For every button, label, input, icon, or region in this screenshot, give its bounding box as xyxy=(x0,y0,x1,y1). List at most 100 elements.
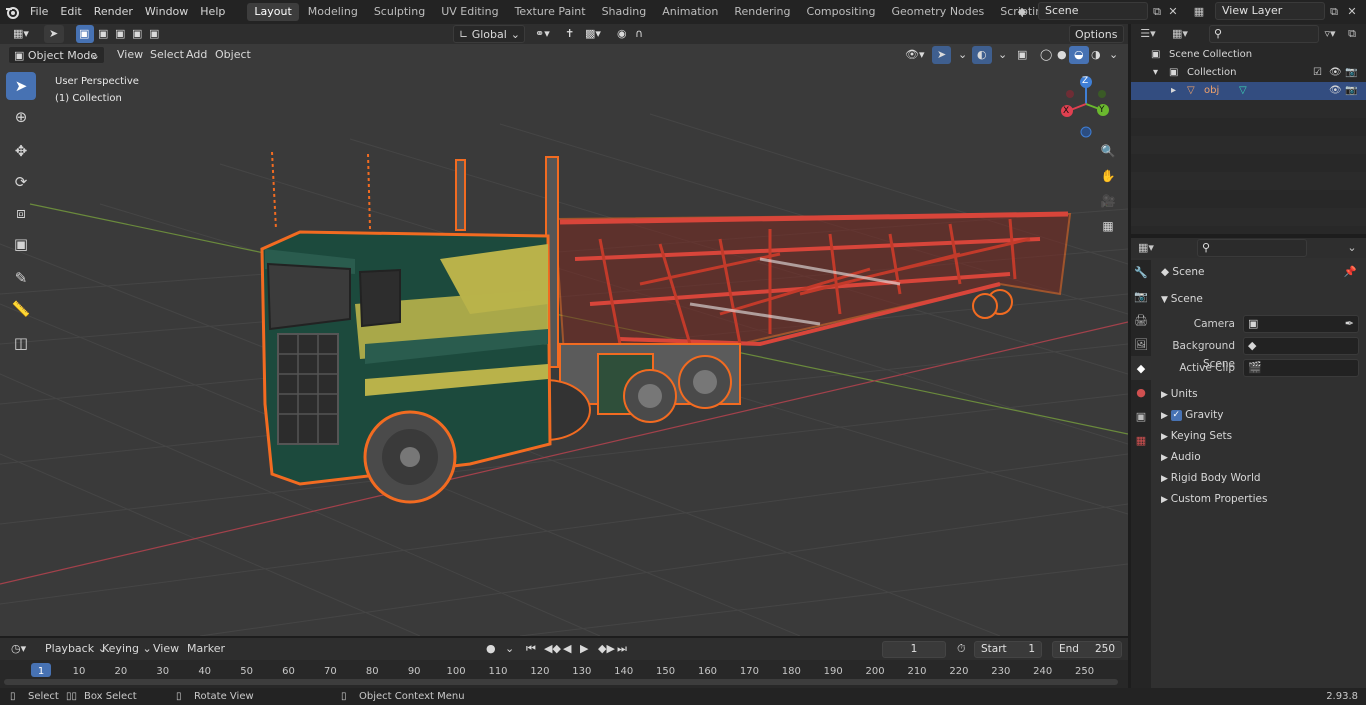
camera-field[interactable]: ▣ ✒ xyxy=(1243,315,1359,333)
menu-help[interactable]: Help xyxy=(194,1,231,23)
overlay-toggle-icon[interactable]: ◐ xyxy=(972,46,992,64)
tab-texture-paint[interactable]: Texture Paint xyxy=(508,3,593,21)
object-mode-dropdown[interactable]: ▣ Object Mode ⌄ xyxy=(8,46,105,64)
tab-layout[interactable]: Layout xyxy=(247,3,299,21)
tab-geometry-nodes[interactable]: Geometry Nodes xyxy=(884,3,991,21)
snap-icon[interactable]: ✝ xyxy=(560,25,579,43)
timeline-menu-view[interactable]: View xyxy=(148,640,184,658)
panel-keying-sets-header[interactable]: ▶ Keying Sets xyxy=(1161,426,1361,446)
editor-type-icon[interactable]: ▦▾ xyxy=(8,25,34,43)
outliner-search-input[interactable]: ⚲ xyxy=(1209,25,1319,43)
options-dropdown[interactable]: Options ⌄ xyxy=(1069,25,1124,59)
outliner-row-scene-collection[interactable]: ▣ Scene Collection xyxy=(1131,46,1366,64)
panel-units-header[interactable]: ▶ Units xyxy=(1161,384,1361,404)
panel-scene-header[interactable]: ▼ Scene xyxy=(1161,289,1361,309)
panel-rigid-body-world-header[interactable]: ▶ Rigid Body World xyxy=(1161,468,1361,488)
expand-arrow-icon[interactable]: ▾ xyxy=(1153,64,1158,82)
viewport-menu-view[interactable]: View xyxy=(112,46,148,64)
select-extend-icon[interactable]: ▣ xyxy=(95,25,111,43)
eye-icon[interactable]: 👁 xyxy=(1329,64,1342,82)
new-view-layer-icon[interactable]: ⧉ xyxy=(1325,3,1343,21)
panel-custom-properties-header[interactable]: ▶ Custom Properties xyxy=(1161,489,1361,509)
annotate-tool[interactable]: ✎ xyxy=(6,264,36,292)
rotate-tool[interactable]: ⟳ xyxy=(6,168,36,196)
play-reverse-icon[interactable]: ◀ xyxy=(558,640,576,658)
tab-sculpting[interactable]: Sculpting xyxy=(367,3,432,21)
select-invert-icon[interactable]: ▣ xyxy=(129,25,145,43)
eye-icon[interactable]: 👁 xyxy=(1329,82,1342,100)
zoom-icon[interactable]: 🔍 xyxy=(1097,140,1119,162)
menu-window[interactable]: Window xyxy=(139,1,194,23)
jump-end-icon[interactable]: ⏭ xyxy=(612,640,632,658)
timeline-menu-marker[interactable]: Marker xyxy=(182,640,230,658)
tab-compositing[interactable]: Compositing xyxy=(800,3,883,21)
checkbox-icon[interactable]: ☑ xyxy=(1313,64,1322,82)
gizmo-dropdown-icon[interactable]: ⌄ xyxy=(953,46,972,64)
gizmo-z-label[interactable]: Z xyxy=(1082,76,1088,86)
falloff-icon[interactable]: ∩ xyxy=(630,25,648,43)
expand-arrow-icon[interactable]: ▸ xyxy=(1171,82,1176,100)
new-collection-icon[interactable]: ⧉ xyxy=(1343,25,1361,43)
menu-edit[interactable]: Edit xyxy=(54,1,87,23)
timeline-scrollbar[interactable] xyxy=(4,679,1118,685)
render-tab-icon[interactable]: 📷 xyxy=(1131,284,1151,308)
select-mode-icon[interactable]: ➤ xyxy=(44,25,64,43)
shading-rendered-icon[interactable]: ◑ xyxy=(1086,46,1106,64)
pan-hand-icon[interactable]: ✋ xyxy=(1097,165,1119,187)
tab-uv-editing[interactable]: UV Editing xyxy=(434,3,505,21)
outliner-row-obj[interactable]: ▸ ▽ obj ▽ 👁 📷 xyxy=(1131,82,1366,100)
tab-shading[interactable]: Shading xyxy=(595,3,654,21)
blender-logo-icon[interactable] xyxy=(0,0,24,24)
cursor-tool[interactable]: ⊕ xyxy=(6,103,36,131)
menu-render[interactable]: Render xyxy=(88,1,139,23)
tab-rendering[interactable]: Rendering xyxy=(727,3,797,21)
jump-start-icon[interactable]: ⏮ xyxy=(521,640,541,658)
play-icon[interactable]: ▶ xyxy=(575,640,593,658)
camera-icon[interactable]: 📷 xyxy=(1345,82,1357,100)
eyedropper-icon[interactable]: ✒ xyxy=(1345,317,1354,330)
camera-icon[interactable]: 📷 xyxy=(1345,64,1357,82)
start-frame-field[interactable]: Start 1 xyxy=(974,641,1042,658)
tab-animation[interactable]: Animation xyxy=(655,3,725,21)
xray-icon[interactable]: ▣ xyxy=(1012,46,1032,64)
visibility-icon[interactable]: 👁▾ xyxy=(900,46,930,64)
view-layer-field[interactable]: View Layer xyxy=(1215,2,1325,20)
delete-view-layer-icon[interactable]: ✕ xyxy=(1343,3,1361,21)
measure-tool[interactable]: 📏 xyxy=(6,295,36,323)
viewport-menu-object[interactable]: Object xyxy=(210,46,256,64)
shading-dropdown-icon[interactable]: ⌄ xyxy=(1104,46,1123,64)
move-tool[interactable]: ✥ xyxy=(6,137,36,165)
scale-tool[interactable]: ⧈ xyxy=(6,199,36,227)
transform-orientation-dropdown[interactable]: ∟ Global ⌄ xyxy=(453,25,525,43)
chevron-down-icon[interactable]: ⌄ xyxy=(1343,239,1361,257)
stopwatch-icon[interactable]: ⏱ xyxy=(952,640,971,658)
view-layer-icon[interactable]: ▦ xyxy=(1190,3,1208,21)
properties-editor-icon[interactable]: ▦▾ xyxy=(1137,239,1155,257)
pin-icon[interactable]: 📌 xyxy=(1344,262,1357,282)
overlay-dropdown-icon[interactable]: ⌄ xyxy=(993,46,1012,64)
add-cube-tool[interactable]: ◫ xyxy=(6,329,36,357)
texture-tab-icon[interactable]: ▦ xyxy=(1131,428,1151,452)
tab-modeling[interactable]: Modeling xyxy=(301,3,365,21)
proportional-edit-icon[interactable]: ◉ xyxy=(612,25,632,43)
record-dropdown-icon[interactable]: ⌄ xyxy=(500,640,519,658)
collection-tab-icon[interactable]: ▣ xyxy=(1131,404,1151,428)
viewport-menu-add[interactable]: Add xyxy=(181,46,212,64)
outliner-editor-icon[interactable]: ☰▾ xyxy=(1139,25,1157,43)
gizmo-toggle-icon[interactable]: ➤ xyxy=(932,46,952,64)
tool-tab-icon[interactable]: 🔧 xyxy=(1131,260,1151,284)
display-mode-icon[interactable]: ▦▾ xyxy=(1171,25,1189,43)
output-tab-icon[interactable]: 🖨 xyxy=(1131,308,1151,332)
3d-viewport[interactable]: Z Y X User Perspective (1) Collection ➤ … xyxy=(0,44,1128,636)
snap-target-icon[interactable]: ▩▾ xyxy=(580,25,606,43)
current-frame-field[interactable]: 1 xyxy=(882,641,946,658)
filter-icon[interactable]: ▿▾ xyxy=(1321,25,1339,43)
menu-file[interactable]: File xyxy=(24,1,54,23)
gizmo-y-label[interactable]: Y xyxy=(1099,105,1105,115)
transform-tool[interactable]: ▣ xyxy=(6,230,36,258)
camera-view-icon[interactable]: 🎥 xyxy=(1097,190,1119,212)
panel-audio-header[interactable]: ▶ Audio xyxy=(1161,447,1361,467)
record-icon[interactable]: ● xyxy=(481,640,501,658)
background-scene-field[interactable]: ◆ xyxy=(1243,337,1359,355)
outliner-row-collection[interactable]: ▾ ▣ Collection ☑ 👁 📷 xyxy=(1131,64,1366,82)
